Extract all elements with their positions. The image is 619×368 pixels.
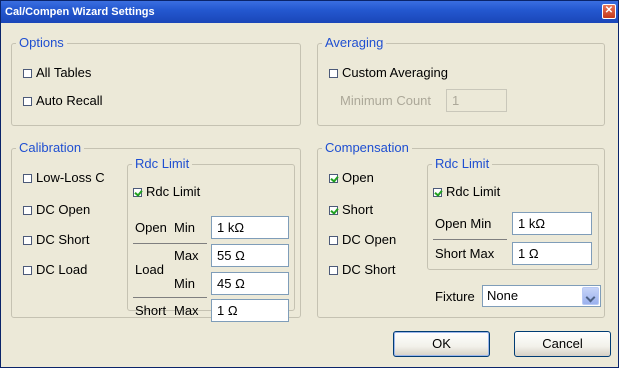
- cal-dc-short-box[interactable]: [23, 235, 32, 245]
- all-tables-label: All Tables: [36, 65, 92, 80]
- custom-averaging-box[interactable]: [329, 68, 338, 78]
- low-loss-c-label: Low-Loss C: [36, 170, 105, 185]
- low-loss-c-box[interactable]: [23, 173, 32, 183]
- comp-rdc-limit-checkbox[interactable]: Rdc Limit: [433, 184, 500, 200]
- cal-open-label: Open: [135, 220, 167, 235]
- all-tables-box[interactable]: [23, 68, 32, 78]
- cal-short-max-label: Max: [174, 303, 199, 318]
- cal-open-min-label: Min: [174, 220, 195, 235]
- all-tables-checkbox[interactable]: All Tables: [23, 65, 91, 81]
- cal-open-separator: [133, 243, 207, 244]
- compensation-group: Compensation Open Short DC Open DC Short…: [317, 140, 605, 318]
- cal-rdc-limit-checkbox[interactable]: Rdc Limit: [133, 184, 200, 200]
- cal-load-separator: [133, 297, 207, 298]
- comp-dc-open-label: DC Open: [342, 232, 397, 247]
- cal-dc-load-checkbox[interactable]: DC Load: [23, 262, 87, 278]
- title-bar[interactable]: Cal/Compen Wizard Settings ✕: [1, 1, 618, 23]
- chevron-down-icon[interactable]: [582, 287, 599, 305]
- settings-dialog: Cal/Compen Wizard Settings ✕ Options All…: [0, 0, 619, 368]
- cal-load-max-field[interactable]: 55 Ω: [211, 244, 289, 267]
- comp-open-min-label: Open Min: [435, 216, 492, 231]
- cal-dc-open-box[interactable]: [23, 205, 32, 215]
- comp-short-max-label: Short Max: [435, 246, 495, 261]
- comp-short-checkbox[interactable]: Short: [329, 202, 373, 218]
- minimum-count-field[interactable]: 1: [446, 89, 507, 112]
- cal-dc-open-checkbox[interactable]: DC Open: [23, 202, 90, 218]
- cal-dc-load-box[interactable]: [23, 265, 32, 275]
- compensation-group-title: Compensation: [322, 140, 412, 156]
- auto-recall-label: Auto Recall: [36, 93, 103, 108]
- cal-dc-short-label: DC Short: [36, 232, 90, 247]
- cal-load-max-label: Max: [174, 248, 199, 263]
- options-group-title: Options: [16, 35, 67, 51]
- cancel-button[interactable]: Cancel: [514, 331, 611, 357]
- dialog-body: Options All Tables Auto Recall Averaging…: [2, 23, 617, 367]
- calibration-group-title: Calibration: [16, 140, 85, 156]
- comp-short-box[interactable]: [329, 205, 338, 215]
- comp-rdc-limit-group: Rdc Limit Rdc Limit Open Min 1 kΩ Short …: [427, 156, 599, 270]
- comp-open-checkbox[interactable]: Open: [329, 170, 374, 186]
- fixture-selected-value: None: [487, 288, 519, 303]
- cal-dc-load-label: DC Load: [36, 262, 88, 277]
- comp-rdc-limit-box[interactable]: [433, 187, 442, 197]
- cal-load-min-field[interactable]: 45 Ω: [211, 272, 289, 295]
- cal-load-min-label: Min: [174, 276, 195, 291]
- averaging-group: Averaging Custom Averaging Minimum Count…: [317, 35, 605, 126]
- cal-rdc-limit-label: Rdc Limit: [146, 184, 201, 199]
- low-loss-c-checkbox[interactable]: Low-Loss C: [23, 170, 105, 186]
- minimum-count-label: Minimum Count: [340, 93, 432, 108]
- auto-recall-checkbox[interactable]: Auto Recall: [23, 93, 102, 109]
- cal-rdc-limit-box[interactable]: [133, 187, 142, 197]
- custom-averaging-label: Custom Averaging: [342, 65, 448, 80]
- window-title: Cal/Compen Wizard Settings: [5, 6, 155, 18]
- cal-rdc-limit-title: Rdc Limit: [132, 156, 193, 172]
- comp-dc-short-box[interactable]: [329, 265, 338, 275]
- cal-dc-open-label: DC Open: [36, 202, 91, 217]
- comp-rdc-limit-label: Rdc Limit: [446, 184, 501, 199]
- comp-dc-short-label: DC Short: [342, 262, 396, 277]
- cal-dc-short-checkbox[interactable]: DC Short: [23, 232, 89, 248]
- comp-open-separator: [433, 239, 507, 240]
- cal-load-label: Load: [135, 262, 164, 277]
- cal-rdc-limit-group: Rdc Limit Rdc Limit Open Min 1 kΩ Max 55…: [127, 156, 295, 322]
- custom-averaging-checkbox[interactable]: Custom Averaging: [329, 65, 448, 81]
- cal-open-min-field[interactable]: 1 kΩ: [211, 216, 289, 239]
- cal-short-max-field[interactable]: 1 Ω: [211, 299, 289, 322]
- ok-button[interactable]: OK: [393, 331, 490, 357]
- comp-open-min-field[interactable]: 1 kΩ: [512, 212, 592, 235]
- close-icon[interactable]: ✕: [602, 4, 616, 19]
- averaging-group-title: Averaging: [322, 35, 387, 51]
- options-group: Options All Tables Auto Recall: [11, 35, 301, 126]
- comp-dc-open-box[interactable]: [329, 235, 338, 245]
- comp-open-label: Open: [342, 170, 374, 185]
- auto-recall-box[interactable]: [23, 96, 32, 106]
- fixture-label: Fixture: [435, 289, 475, 304]
- comp-rdc-limit-title: Rdc Limit: [432, 156, 493, 172]
- comp-dc-open-checkbox[interactable]: DC Open: [329, 232, 396, 248]
- comp-short-max-field[interactable]: 1 Ω: [512, 242, 592, 265]
- comp-dc-short-checkbox[interactable]: DC Short: [329, 262, 395, 278]
- cal-short-label: Short: [135, 303, 167, 318]
- calibration-group: Calibration Low-Loss C DC Open DC Short …: [11, 140, 301, 322]
- comp-short-label: Short: [342, 202, 374, 217]
- fixture-select[interactable]: None: [482, 285, 601, 307]
- comp-open-box[interactable]: [329, 173, 338, 183]
